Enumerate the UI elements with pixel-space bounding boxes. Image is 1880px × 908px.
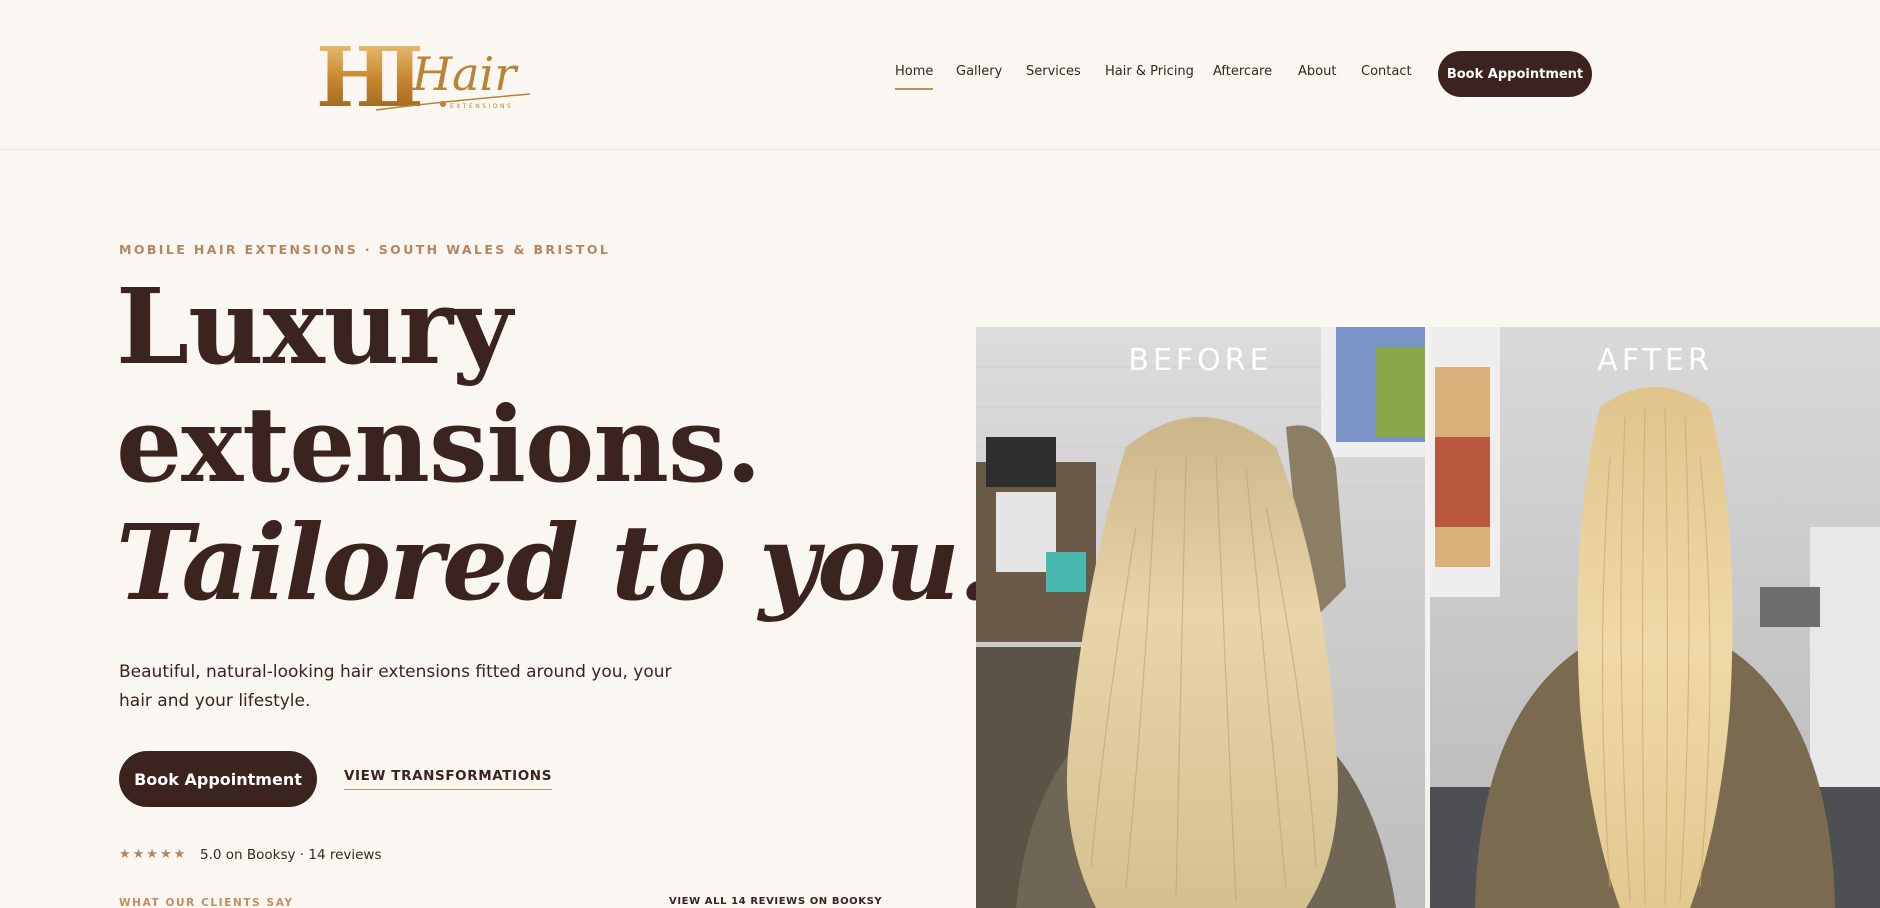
nav-item-gallery[interactable]: Gallery	[956, 64, 1002, 79]
site-header: HI Hair EXTENSIONS Home Gallery Services…	[0, 0, 1880, 150]
headline-line-3: Tailored to you.	[116, 501, 994, 624]
svg-text:HI: HI	[316, 32, 420, 118]
hero-headline: Luxury extensions. Tailored to you.	[116, 265, 994, 624]
headline-line-2: extensions.	[116, 383, 762, 506]
svg-text:Hair: Hair	[411, 47, 519, 101]
hero-eyebrow: MOBILE HAIR EXTENSIONS · SOUTH WALES & B…	[119, 242, 611, 257]
testimonials-heading: WHAT OUR CLIENTS SAY	[119, 897, 294, 908]
headline-line-1: Luxury	[116, 265, 513, 388]
hero-subtext: Beautiful, natural-looking hair extensio…	[119, 662, 672, 711]
nav-item-services[interactable]: Services	[1026, 64, 1081, 79]
after-label: AFTER	[1597, 343, 1713, 378]
nav-item-about[interactable]: About	[1298, 64, 1336, 79]
after-photo: AFTER	[1430, 327, 1880, 908]
hero-book-appointment-button[interactable]: Book Appointment	[119, 751, 317, 807]
book-appointment-button[interactable]: Book Appointment	[1438, 51, 1592, 97]
svg-text:EXTENSIONS: EXTENSIONS	[450, 103, 513, 110]
nav-item-home[interactable]: Home	[895, 64, 934, 90]
nav-item-contact[interactable]: Contact	[1361, 64, 1412, 79]
nav-item-hair-pricing[interactable]: Hair & Pricing	[1105, 64, 1194, 79]
before-label: BEFORE	[1128, 343, 1273, 378]
view-transformations-link[interactable]: VIEW TRANSFORMATIONS	[344, 768, 553, 790]
before-photo: BEFORE	[976, 327, 1425, 908]
rating-stars-icon: ★★★★★	[119, 847, 188, 862]
before-after-image: BEFORE AFTER	[976, 327, 1880, 908]
logo-icon: HI Hair EXTENSIONS	[316, 30, 531, 126]
before-photo-illustration	[976, 327, 1425, 908]
after-photo-illustration	[1430, 327, 1880, 908]
rating-summary: 5.0 on Booksy · 14 reviews	[200, 847, 382, 863]
view-all-reviews-link[interactable]: VIEW ALL 14 REVIEWS ON BOOKSY	[669, 896, 882, 907]
nav-item-aftercare[interactable]: Aftercare	[1213, 64, 1272, 79]
brand-logo[interactable]: HI Hair EXTENSIONS	[316, 30, 536, 126]
